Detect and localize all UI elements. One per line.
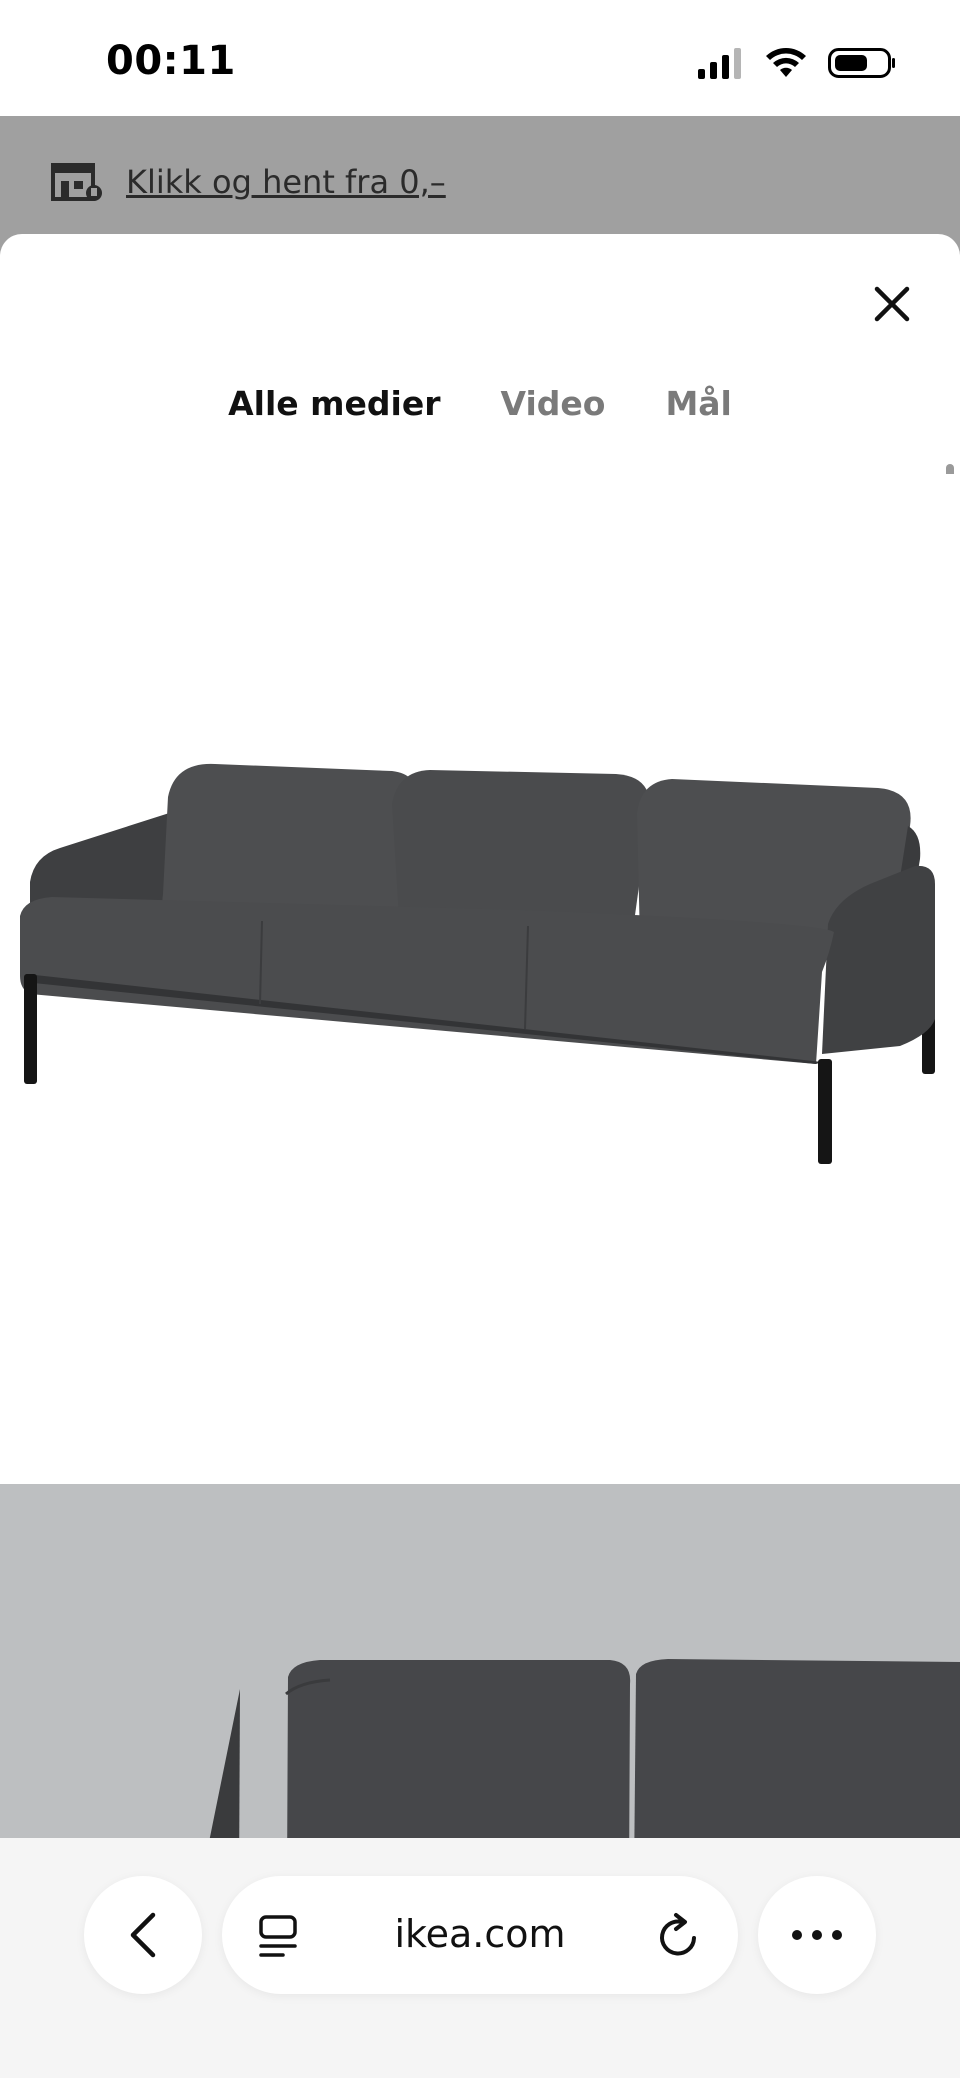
- more-icon: [792, 1930, 842, 1940]
- tab-dimensions[interactable]: Mål: [665, 384, 731, 423]
- cellular-signal-icon: [698, 48, 741, 79]
- media-tabs: Alle medier Video Mål: [0, 384, 960, 423]
- click-collect-link[interactable]: Klikk og hent fra 0,–: [126, 163, 446, 201]
- address-bar[interactable]: ikea.com: [222, 1876, 738, 1994]
- back-icon: [130, 1912, 156, 1958]
- sofa-illustration: [20, 763, 935, 1164]
- browser-toolbar: ikea.com: [0, 1838, 960, 2078]
- battery-icon: [828, 48, 895, 78]
- reload-icon[interactable]: [658, 1912, 702, 1960]
- click-collect-promo[interactable]: Klikk og hent fra 0,–: [50, 160, 446, 204]
- wifi-icon: [766, 48, 806, 77]
- status-bar: 00:11: [0, 0, 960, 116]
- tab-video[interactable]: Video: [501, 384, 606, 423]
- status-icons: [696, 46, 896, 80]
- media-viewer-sheet: Alle medier Video Mål: [0, 234, 960, 2078]
- store-pickup-icon: [51, 163, 102, 201]
- more-button[interactable]: [758, 1876, 876, 1994]
- sofa-product-image[interactable]: [0, 474, 960, 1484]
- back-button[interactable]: [84, 1876, 202, 1994]
- close-icon: [874, 286, 910, 322]
- status-time: 00:11: [106, 38, 236, 84]
- tab-all-media[interactable]: Alle medier: [228, 384, 440, 423]
- close-button[interactable]: [862, 274, 922, 334]
